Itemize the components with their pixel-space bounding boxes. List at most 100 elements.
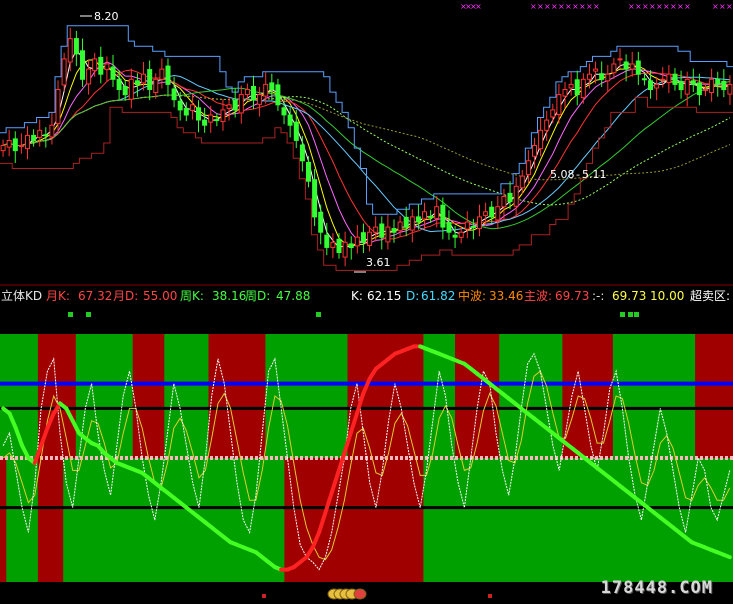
signal-marker: × [551,2,558,11]
candle-body [544,119,550,131]
candle-body [654,83,660,89]
kd-lower-block [233,458,241,582]
candle-body [73,38,79,55]
candle-body [37,129,43,138]
candle-body [580,78,586,99]
kd-lower-block [379,458,386,582]
kd-lower-block [372,458,380,582]
signal-marker: × [649,2,656,11]
candle-body [183,107,189,116]
kd-lower-block [619,458,627,582]
kd-upper-stripe [707,334,715,458]
candle-body [153,78,159,94]
kd-lower-block [56,458,64,582]
month-k-label: 月K: [46,289,70,303]
candle-body [287,114,293,126]
k-label: K: [351,289,363,303]
candle-body [415,216,421,223]
candle-body [318,211,324,233]
kd-signal-dot [620,312,625,317]
kd-upper-stripe [695,334,702,458]
kd-lower-block [164,458,172,582]
kd-lower-block [410,458,418,582]
candle-body [275,84,281,106]
candle-body [666,73,672,83]
kd-lower-block [581,458,589,582]
candle-body [696,82,702,96]
kd-lower-block [682,458,690,582]
kd-upper-stripe [107,334,115,458]
candle-body [122,86,128,96]
candle-body [391,228,397,233]
kd-lower-block [391,458,399,582]
candle-body [452,234,458,238]
signal-marker: × [558,2,565,11]
kd-upper-stripe [113,334,121,458]
kd-upper-stripe [461,334,469,458]
kd-upper-stripe [682,334,690,458]
kd-lower-block [638,458,646,582]
kd-lower-block [568,458,576,582]
indicator-info-bar: 立体KD 月K: 67.32 月D: 55.00 周K: 38.16 周D: 4… [0,286,733,306]
badge-coin [353,588,367,600]
k-value: 62.15 [367,289,402,303]
candle-body [727,83,733,95]
candle-body [80,50,85,80]
candle-body [128,78,134,100]
kd-upper-stripe [511,334,519,458]
candle-body [568,83,574,89]
kd-lower-block [366,458,374,582]
annotation-label-1: 5.08 [550,168,575,181]
kd-lower-block [113,458,121,582]
kd-lower-block [208,458,216,582]
kd-upper-stripe [410,334,418,458]
extra-label: :-: [592,289,605,303]
extra-value: 69.73 [612,289,647,303]
candle-body [134,80,140,85]
month-d-value: 55.00 [143,289,178,303]
kd-lower-block [707,458,715,582]
candle-body [165,65,171,85]
candle-body [519,175,525,189]
kd-upper-stripe [290,334,298,458]
kd-bottom-dot [488,594,492,598]
candle-body [532,145,537,157]
kd-upper-stripe [31,334,39,458]
kd-signal-dot [628,312,633,317]
kd-upper-stripe [600,334,608,458]
candle-body [299,144,305,162]
kd-upper-stripe [530,334,538,458]
kd-upper-stripe [379,334,386,458]
candle-body [464,221,470,230]
kd-upper-stripe [69,334,77,458]
kd-lower-block [650,458,658,582]
candle-body [440,204,446,228]
kd-upper-stripe [448,334,456,458]
kd-upper-stripe [726,334,733,458]
candle-body [31,134,37,141]
kd-upper-stripe [720,334,728,458]
kd-upper-stripe [259,334,266,458]
candle-body [660,78,666,81]
candle-body [244,89,250,96]
signal-marker: × [475,2,482,11]
kd-lower-block [587,458,595,582]
candle-body [116,78,122,91]
kd-signal-dot [634,312,639,317]
kd-lower-block [132,458,140,582]
kd-lower-block [448,458,456,582]
kd-lower-block [549,458,557,582]
candle-body [373,226,379,233]
kd-upper-stripe [714,334,721,458]
candle-body [141,73,146,84]
kd-upper-stripe [549,334,557,458]
candle-body [587,73,592,80]
month-k-value: 67.32 [78,289,113,303]
candle-body [202,119,208,126]
kd-lower-block [227,458,235,582]
kd-upper-stripe [252,334,260,458]
kd-lower-block [562,458,570,582]
kd-lower-block [259,458,266,582]
kd-lower-block [537,458,544,582]
kd-lower-block [398,458,405,582]
